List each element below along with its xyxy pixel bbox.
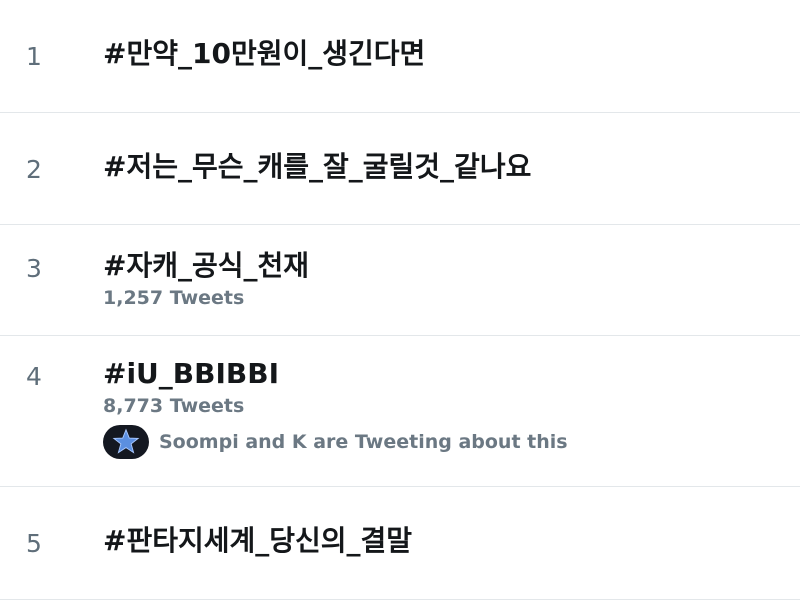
trend-topic: #저는_무슨_캐를_잘_굴릴것_같나요 bbox=[103, 150, 532, 183]
trend-rank: 2 bbox=[26, 155, 42, 184]
trend-item-1[interactable]: 1 #만약_10만원이_생긴다면 bbox=[0, 0, 800, 113]
trend-item-5[interactable]: 5 #판타지세계_당신의_결말 bbox=[0, 487, 800, 600]
trends-list: 1 #만약_10만원이_생긴다면 2 #저는_무슨_캐를_잘_굴릴것_같나요 3… bbox=[0, 0, 800, 600]
star-icon bbox=[112, 428, 140, 454]
trend-item-3[interactable]: 3 #자캐_공식_천재 1,257 Tweets bbox=[0, 225, 800, 336]
trend-context: Soompi and K are Tweeting about this bbox=[103, 425, 568, 459]
trend-rank: 1 bbox=[26, 42, 42, 71]
trend-rank: 5 bbox=[26, 529, 42, 558]
trend-item-4[interactable]: 4 #iU_BBIBBI 8,773 Tweets Soompi and K a… bbox=[0, 336, 800, 487]
trend-topic: #만약_10만원이_생긴다면 bbox=[103, 37, 426, 70]
trend-rank: 4 bbox=[26, 362, 42, 391]
context-text: Soompi and K are Tweeting about this bbox=[159, 430, 568, 453]
trend-topic: #자캐_공식_천재 bbox=[103, 249, 310, 282]
tweet-count: 8,773 Tweets bbox=[103, 395, 245, 417]
trend-topic: #판타지세계_당신의_결말 bbox=[103, 524, 413, 557]
star-avatar-icon bbox=[103, 425, 149, 459]
trend-topic: #iU_BBIBBI bbox=[103, 357, 279, 390]
tweet-count: 1,257 Tweets bbox=[103, 287, 245, 309]
trend-item-2[interactable]: 2 #저는_무슨_캐를_잘_굴릴것_같나요 bbox=[0, 113, 800, 225]
trend-rank: 3 bbox=[26, 254, 42, 283]
